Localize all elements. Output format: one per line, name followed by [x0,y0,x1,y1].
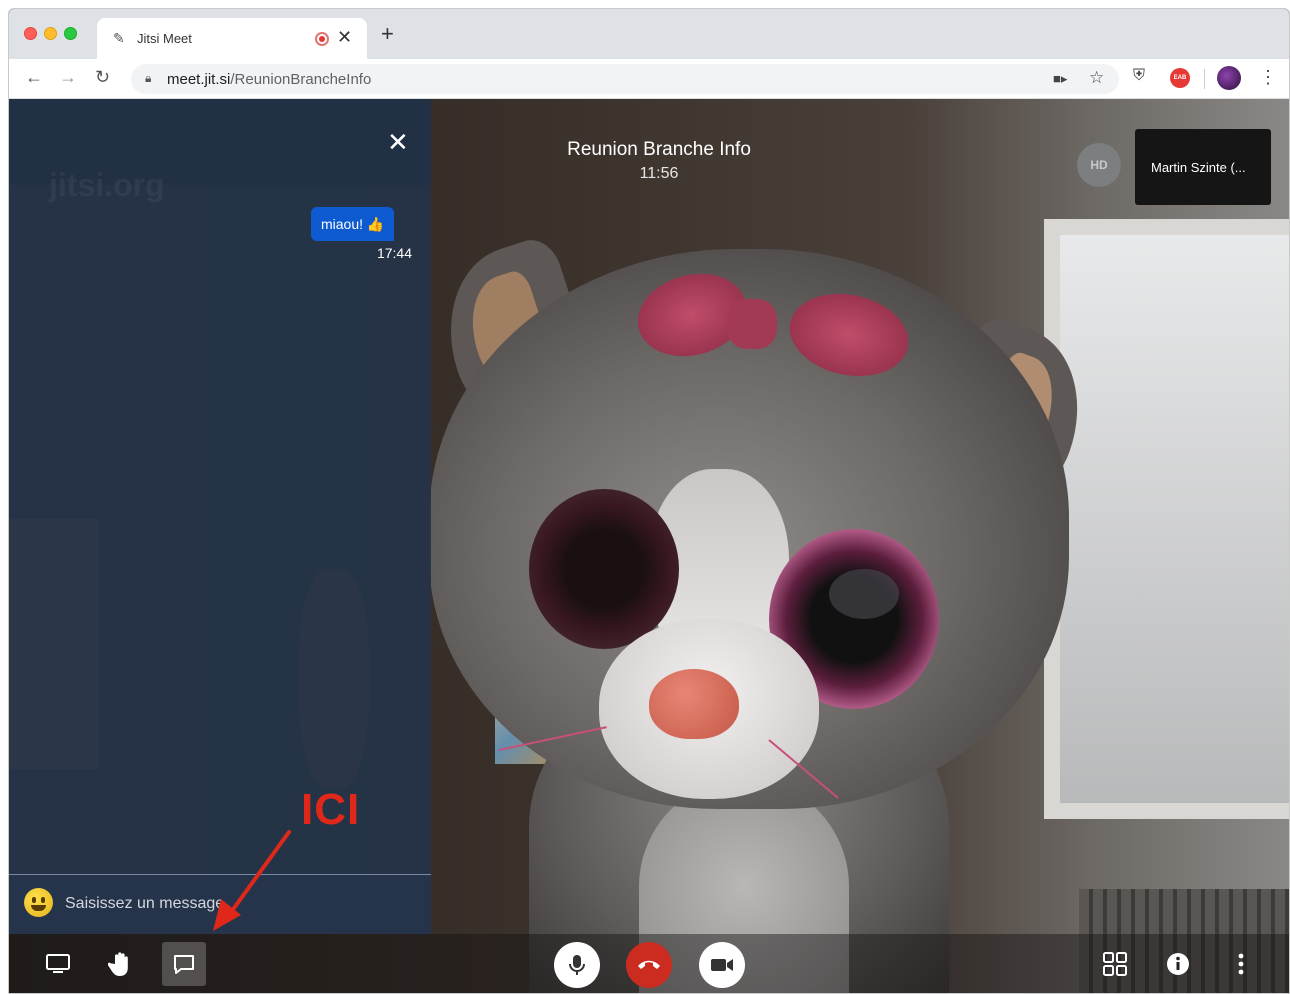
chat-bubble-icon [174,955,194,974]
new-tab-button[interactable]: + [381,21,394,47]
more-vertical-icon [1238,953,1244,975]
camera-button[interactable] [699,942,745,988]
browser-window: ✎ Jitsi Meet ✕ + ← → ↻ 🔒︎ meet.jit.si/Re… [8,8,1290,994]
tab-title: Jitsi Meet [137,31,192,46]
chat-panel: ✕ jitsi.org miaou! 👍 17:44 [9,99,431,934]
maximize-window-button[interactable] [64,27,77,40]
annotation-arrow-icon [213,830,291,931]
camera-in-use-icon[interactable]: ■▸ [1053,71,1067,87]
browser-tab[interactable]: ✎ Jitsi Meet ✕ [97,18,367,59]
monitor-icon [46,954,70,973]
eab-extension-icon[interactable]: EAB [1170,68,1190,88]
chat-toggle-button[interactable] [162,942,206,986]
lock-icon: 🔒︎ [145,71,152,85]
url-host: meet.jit.si [167,71,231,88]
back-arrow-icon[interactable]: ← [25,67,43,88]
meeting-title: Reunion Branche Info [567,139,751,160]
info-button[interactable] [1156,942,1200,986]
close-chat-icon[interactable]: ✕ [387,127,409,158]
phone-icon [638,960,660,969]
url-text: meet.jit.si/ReunionBrancheInfo [167,71,371,88]
forward-arrow-icon[interactable]: → [59,67,77,88]
jitsi-favicon-icon: ✎ [113,30,125,46]
tab-strip: ✎ Jitsi Meet ✕ + [9,9,1289,59]
grid-icon [1103,952,1127,976]
hand-icon [108,952,128,976]
chat-message: miaou! 👍 [311,207,395,241]
eye-reflection [829,569,899,619]
tab-close-icon[interactable]: ✕ [337,27,352,48]
recording-indicator-icon [315,32,329,46]
video-quality-badge[interactable]: HD [1077,143,1121,187]
bookmark-star-icon[interactable]: ☆ [1089,68,1104,88]
video-camera-icon [711,959,733,971]
tile-view-button[interactable] [1093,942,1137,986]
browser-menu-icon[interactable]: ⋮ [1259,67,1277,88]
participant-name: Martin Szinte (... [1151,160,1246,175]
chat-message-time: 17:44 [376,245,412,261]
address-bar[interactable]: 🔒︎ meet.jit.si/ReunionBrancheInfo ■▸ ☆ [131,64,1119,94]
participant-thumbnail[interactable]: Martin Szinte (... [1135,129,1271,205]
jitsi-conference: Reunion Branche Info 11:56 HD Martin Szi… [9,99,1289,993]
meeting-timer: 11:56 [639,165,679,182]
plush-cat-left-eye [529,489,679,649]
raise-hand-button[interactable] [99,942,143,986]
shield-extension-icon[interactable]: ⛨ [1133,67,1145,85]
conference-toolbar [9,934,1289,993]
browser-toolbar: ← → ↻ 🔒︎ meet.jit.si/ReunionBrancheInfo … [9,59,1289,99]
jitsi-watermark: jitsi.org [49,167,165,203]
info-icon [1167,953,1189,975]
bow-knot [727,299,777,349]
background-silhouette [9,519,99,769]
smiley-icon[interactable] [24,888,53,917]
annotation-label: ICI [301,785,361,834]
toolbar-separator [1204,69,1205,89]
reload-icon[interactable]: ↻ [95,67,110,88]
minimize-window-button[interactable] [44,27,57,40]
profile-avatar[interactable] [1217,66,1241,90]
url-path: /ReunionBrancheInfo [230,71,372,88]
close-window-button[interactable] [24,27,37,40]
microphone-icon [569,955,585,975]
more-options-button[interactable] [1219,942,1263,986]
background-silhouette [299,569,369,789]
share-screen-button[interactable] [36,942,80,986]
room-window [1044,219,1289,819]
plush-cat-nose [649,669,739,739]
hangup-button[interactable] [626,942,672,988]
microphone-button[interactable] [554,942,600,988]
